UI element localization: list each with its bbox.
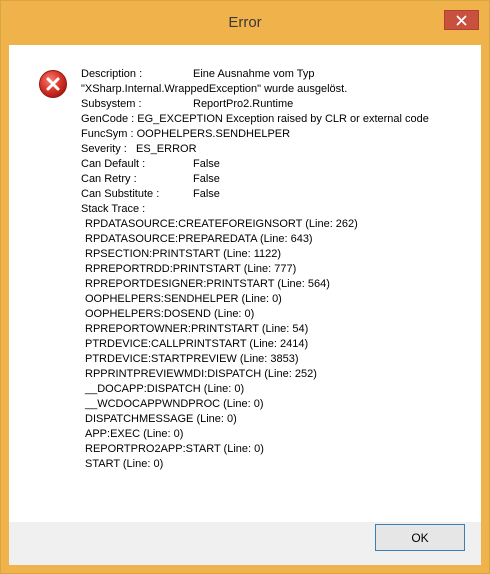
- description-label: Description :: [81, 68, 143, 80]
- ok-button[interactable]: OK: [375, 524, 465, 551]
- stack-trace-label: Stack Trace :: [81, 203, 146, 215]
- can-default-value: False: [193, 158, 220, 170]
- stack-trace-line: RPDATASOURCE:CREATEFOREIGNSORT (Line: 26…: [85, 218, 358, 230]
- can-substitute-row: Can Substitute : False: [81, 187, 476, 202]
- subsystem-label: Subsystem :: [81, 98, 142, 110]
- severity-row: Severity : ES_ERROR: [81, 142, 476, 157]
- description-value-line2: "XSharp.Internal.WrappedException" wurde…: [81, 83, 348, 95]
- close-button[interactable]: [444, 10, 479, 30]
- subsystem-value: ReportPro2.Runtime: [193, 98, 294, 110]
- can-retry-label: Can Retry :: [81, 173, 137, 185]
- error-details: Description : Eine Ausnahme vom Typ "XSh…: [81, 67, 476, 472]
- can-retry-row: Can Retry : False: [81, 172, 476, 187]
- stack-trace-line: PTRDEVICE:CALLPRINTSTART (Line: 2414): [85, 338, 309, 350]
- stack-trace-line: START (Line: 0): [85, 458, 164, 470]
- stack-trace-list: RPDATASOURCE:CREATEFOREIGNSORT (Line: 26…: [81, 217, 476, 472]
- stack-trace-line: RPSECTION:PRINTSTART (Line: 1122): [85, 248, 282, 260]
- description-value-line1: Eine Ausnahme vom Typ: [193, 68, 315, 80]
- can-default-label: Can Default :: [81, 158, 146, 170]
- gencode-row: GenCode : EG_EXCEPTION Exception raised …: [81, 112, 476, 127]
- title-bar[interactable]: Error: [1, 1, 489, 45]
- close-icon: [456, 15, 467, 25]
- gencode-text: GenCode : EG_EXCEPTION Exception raised …: [81, 113, 429, 125]
- stack-trace-line: __DOCAPP:DISPATCH (Line: 0): [85, 383, 245, 395]
- subsystem-row: Subsystem : ReportPro2.Runtime: [81, 97, 476, 112]
- stack-trace-line: __WCDOCAPPWNDPROC (Line: 0): [85, 398, 264, 410]
- stack-trace-line: RPPRINTPREVIEWMDI:DISPATCH (Line: 252): [85, 368, 317, 380]
- dialog-content: Description : Eine Ausnahme vom Typ "XSh…: [9, 45, 481, 522]
- error-icon: [39, 70, 67, 98]
- stack-trace-line: OOPHELPERS:SENDHELPER (Line: 0): [85, 293, 282, 305]
- error-dialog: Error Description : Eine Ausnahme vom Ty…: [0, 0, 490, 574]
- severity-text: Severity : ES_ERROR: [81, 143, 197, 155]
- description-row-2: "XSharp.Internal.WrappedException" wurde…: [81, 82, 476, 97]
- button-bar: OK: [9, 522, 481, 565]
- can-substitute-value: False: [193, 188, 220, 200]
- can-retry-value: False: [193, 173, 220, 185]
- stack-trace-line: RPREPORTDESIGNER:PRINTSTART (Line: 564): [85, 278, 330, 290]
- stack-trace-line: PTRDEVICE:STARTPREVIEW (Line: 3853): [85, 353, 299, 365]
- description-row: Description : Eine Ausnahme vom Typ: [81, 67, 476, 82]
- can-substitute-label: Can Substitute :: [81, 188, 160, 200]
- stack-trace-line: RPREPORTRDD:PRINTSTART (Line: 777): [85, 263, 297, 275]
- stack-trace-line: DISPATCHMESSAGE (Line: 0): [85, 413, 237, 425]
- funcsym-text: FuncSym : OOPHELPERS.SENDHELPER: [81, 128, 291, 140]
- window-title: Error: [228, 14, 262, 31]
- stack-trace-line: APP:EXEC (Line: 0): [85, 428, 184, 440]
- stack-trace-line: OOPHELPERS:DOSEND (Line: 0): [85, 308, 255, 320]
- funcsym-row: FuncSym : OOPHELPERS.SENDHELPER: [81, 127, 476, 142]
- can-default-row: Can Default : False: [81, 157, 476, 172]
- stack-trace-row: Stack Trace :: [81, 202, 476, 217]
- stack-trace-line: RPDATASOURCE:PREPAREDATA (Line: 643): [85, 233, 313, 245]
- stack-trace-line: REPORTPRO2APP:START (Line: 0): [85, 443, 264, 455]
- stack-trace-line: RPREPORTOWNER:PRINTSTART (Line: 54): [85, 323, 309, 335]
